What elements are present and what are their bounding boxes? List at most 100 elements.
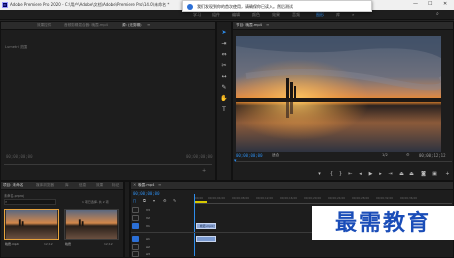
step-forward-icon[interactable]: ▸ (377, 171, 384, 178)
tab-source[interactable]: 源: (无剪辑) (122, 23, 142, 28)
timeline-settings-icon[interactable]: ⚙ (163, 198, 167, 203)
ruler-label: 00;00;24;00 (328, 196, 346, 200)
notification-popup: 我们发现到你的首次使用，请确保你已读入。然后测试 (182, 0, 372, 12)
maximize-button[interactable]: ☐ (428, 1, 432, 7)
wrench-icon[interactable]: ⚙ (406, 152, 410, 157)
project-item-thumbnail-2[interactable] (64, 209, 119, 240)
workspace-tab-color[interactable]: 颜色 (252, 12, 260, 18)
lift-icon[interactable]: ⏏ (398, 171, 405, 178)
track-label-a2[interactable]: A2 (146, 245, 150, 249)
mark-in-icon[interactable]: { (328, 171, 335, 178)
project-item-name-1: 晚霞.mp4 (5, 242, 19, 246)
ruler-label: 00;00;28;00 (352, 196, 370, 200)
tab-media-browser[interactable]: 媒体浏览器 (36, 183, 54, 188)
audio-clip[interactable] (196, 236, 216, 242)
playhead-marker-icon[interactable]: ▾ (234, 158, 237, 164)
add-marker-timeline-icon[interactable]: ▾ (153, 198, 155, 203)
track-target-a1[interactable] (132, 236, 139, 242)
fit-dropdown[interactable]: 适合 (272, 153, 279, 158)
tab-project[interactable]: 项目: 未命名 (3, 183, 23, 188)
comparison-view-icon[interactable]: ▣ (431, 171, 438, 178)
panel-menu-icon[interactable]: ≡ (147, 22, 150, 27)
tab-effect-controls[interactable]: 效果控件 (37, 23, 51, 28)
tab-lumetri-scopes[interactable]: Lumetri 范围 (5, 45, 27, 50)
timeline-playhead[interactable] (194, 194, 195, 256)
track-label-a1[interactable]: A1 (146, 237, 150, 241)
premiere-logo-icon: Pr (2, 2, 8, 8)
quality-dropdown[interactable]: 1/2 (382, 153, 388, 157)
timeline-timecode[interactable]: 00;00;00;00 (133, 191, 160, 196)
razor-tool-icon[interactable]: ✂ (220, 62, 228, 70)
track-target-a3[interactable] (132, 251, 139, 257)
workspace-tab-libraries[interactable]: 库 (336, 12, 340, 18)
program-scrub-bar[interactable] (236, 161, 452, 162)
workspace-tab-effects[interactable]: 效果 (272, 12, 280, 18)
project-item-thumbnail-1[interactable] (4, 209, 59, 240)
workspace-tab-learn[interactable]: 学习 (193, 12, 201, 18)
program-monitor-title[interactable]: 节目: 晚霞.mp4 (236, 23, 262, 28)
tab-effects[interactable]: 效果 (96, 183, 103, 188)
track-label-v3[interactable]: V3 (146, 208, 150, 212)
track-target-v2[interactable] (132, 215, 139, 221)
source-timecode-in[interactable]: 00;00;00;00 (6, 154, 33, 159)
snap-icon[interactable]: ⋂ (133, 198, 136, 203)
go-to-out-icon[interactable]: ⇥ (387, 171, 394, 178)
selection-info: 1 项已选择, 共 2 项 (82, 200, 109, 204)
track-label-v1[interactable]: V1 (146, 224, 150, 228)
program-video-frame[interactable] (236, 36, 441, 152)
workspace-tab-graphics[interactable]: 图形 (316, 12, 324, 18)
track-label-a3[interactable]: A3 (146, 252, 150, 256)
hand-tool-icon[interactable]: ✋ (220, 95, 228, 103)
ruler-label: 00;00;20;00 (304, 196, 322, 200)
workspace-tab-editing[interactable]: 编辑 (232, 12, 240, 18)
pen-tool-icon[interactable]: ✎ (220, 84, 228, 92)
type-tool-icon[interactable]: T (220, 106, 228, 114)
go-to-in-icon[interactable]: ⇤ (347, 171, 354, 178)
track-select-tool-icon[interactable]: ⇥ (220, 40, 228, 48)
work-area-bar[interactable] (195, 201, 207, 203)
timeline-panel-header (131, 182, 453, 190)
linked-selection-icon[interactable]: ⧉ (143, 198, 146, 203)
program-panel-menu-icon[interactable]: ≡ (266, 22, 269, 27)
timeline-close-icon[interactable]: ✕ (133, 182, 136, 187)
video-clip[interactable]: 晚霞.mp4 [V] (196, 223, 216, 229)
track-target-v1[interactable] (132, 223, 139, 229)
ripple-edit-tool-icon[interactable]: ⇔ (220, 51, 228, 59)
workspace-tab-assembly[interactable]: 组件 (212, 12, 220, 18)
source-wrench-icon[interactable]: + (202, 168, 206, 174)
project-item-duration-1: 12;12 (44, 242, 53, 246)
search-icon[interactable]: ⌕ (436, 11, 439, 17)
program-timecode[interactable]: 00;00;00;00 (236, 153, 263, 158)
extract-icon[interactable]: ⏏ (408, 171, 415, 178)
tab-audio-clip-mixer[interactable]: 音频剪辑混合器: 晚霞.mp4 (64, 23, 108, 28)
timeline-panel-menu-icon[interactable]: ≡ (158, 182, 161, 187)
source-timecode-out: 00;00;00;00 (186, 154, 213, 159)
wrench-timeline-icon[interactable]: ✎ (173, 198, 176, 203)
mark-out-icon[interactable]: } (337, 171, 344, 178)
workspace-overflow[interactable]: » (352, 12, 354, 17)
source-scrub-bar[interactable] (4, 164, 212, 165)
ruler-label: 00;00;08;00 (232, 196, 250, 200)
track-target-v3[interactable] (132, 207, 139, 213)
minimize-button[interactable]: — (413, 1, 418, 7)
search-field[interactable] (4, 199, 56, 205)
export-frame-icon[interactable]: ◙ (420, 171, 427, 178)
close-button[interactable]: ✕ (443, 1, 447, 7)
play-button-icon[interactable]: ▶ (367, 171, 374, 178)
tab-info[interactable]: 信息 (79, 183, 86, 188)
slip-tool-icon[interactable]: ↔ (220, 73, 228, 81)
ruler-label: 00;00;12;00 (256, 196, 274, 200)
timeline-sequence-tab[interactable]: 晚霞.mp4 (138, 183, 154, 188)
track-label-v2[interactable]: V2 (146, 216, 150, 220)
info-icon (187, 4, 193, 10)
track-target-a2[interactable] (132, 244, 139, 250)
tab-libraries[interactable]: 库 (65, 183, 69, 188)
tab-markers[interactable]: 标记 (112, 183, 119, 188)
add-button-icon[interactable]: + (444, 171, 451, 178)
step-back-icon[interactable]: ◂ (357, 171, 364, 178)
ruler-label: 00;00;36;00 (400, 196, 418, 200)
window-title: Adobe Premiere Pro 2020 - C:\用户\Adobe\文档… (10, 2, 170, 7)
selection-tool-icon[interactable]: ➤ (220, 29, 228, 37)
add-marker-icon[interactable]: ▾ (316, 171, 323, 178)
workspace-tab-audio[interactable]: 音频 (292, 12, 300, 18)
